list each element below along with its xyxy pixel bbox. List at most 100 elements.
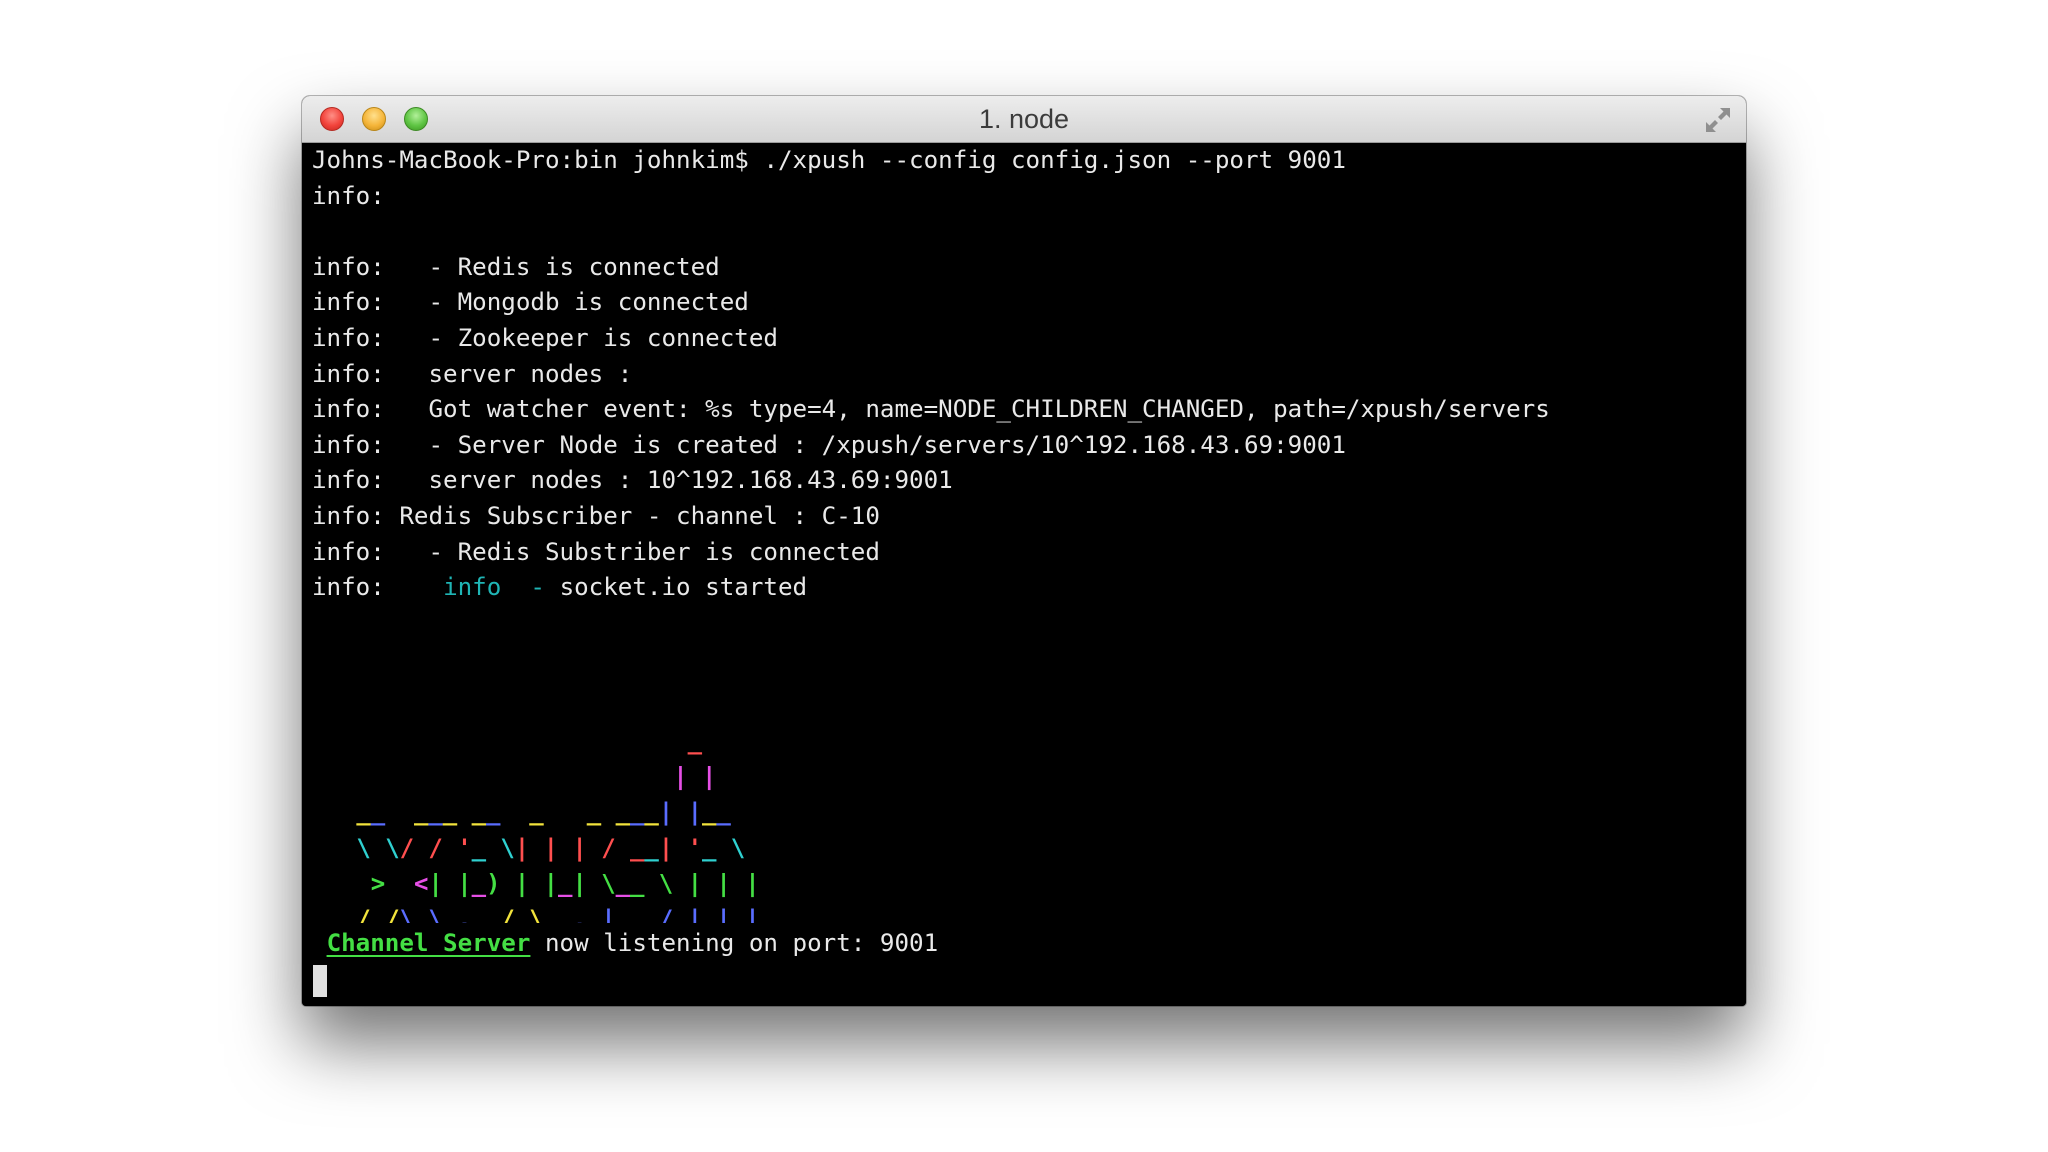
logo-glyph: _ (443, 798, 458, 826)
listening-message: now listening on port: 9001 (530, 929, 939, 958)
xpush-ascii-logo: _| |_ _ _ _ _ _ _ _ _ _ _ _ | | _ _\ \ / / ' _ \ | | | / _ _ | ' _ \> < | |… (356, 727, 759, 923)
log-prefix: info: (312, 573, 444, 602)
shell-command: ./xpush --config config.json --port 9001 (763, 146, 1346, 174)
logo-glyph: | (515, 869, 529, 897)
log-line: info: - Server Node is created : /xpush/… (312, 430, 1346, 459)
logo-glyph: / (356, 905, 370, 923)
logo-glyph: _ (630, 869, 645, 897)
logo-glyph: | (544, 869, 558, 897)
logo-glyph: _ (472, 834, 487, 862)
logo-glyph: | (688, 869, 702, 897)
logo-glyph: \ (731, 834, 745, 862)
logo-glyph: | (428, 869, 442, 897)
logo-glyph: / (385, 905, 399, 923)
logo-glyph: | (457, 869, 471, 897)
channel-server-label: Channel Server (326, 929, 531, 958)
logo-glyph: _ (587, 798, 602, 826)
terminal-output[interactable]: Johns-MacBook-Pro:bin johnkim$ ./xpush -… (302, 143, 1746, 1006)
desktop-background: 1. node Johns-MacBook-Pro:bin johnkim$ .… (0, 0, 2048, 1152)
logo-glyph: / (500, 905, 514, 923)
terminal-cursor (313, 965, 327, 997)
logo-glyph: _ (644, 834, 659, 862)
command-line: Johns-MacBook-Pro:bin johnkim$ ./xpush -… (312, 143, 1550, 179)
logo-glyph: | (659, 834, 673, 862)
logo-glyph: , (572, 905, 586, 923)
logo-glyph: \ (356, 834, 370, 862)
logo-glyph: / (428, 834, 442, 862)
logo-glyph: _ (630, 798, 645, 826)
logo-glyph: _ (716, 798, 731, 826)
socket-dash: - (501, 573, 560, 602)
log-line: info: (312, 181, 385, 210)
log-line: info: Redis Subscriber - channel : C-10 (312, 501, 880, 530)
logo-glyph: _ (371, 798, 386, 826)
fullscreen-arrows-icon[interactable] (1702, 104, 1734, 136)
logo-glyph: | (515, 834, 529, 862)
logo-glyph: _ (529, 798, 544, 826)
logo-glyph: | (572, 834, 586, 862)
logo-glyph: | (716, 905, 730, 923)
logo-glyph: _ (414, 798, 429, 826)
logo-glyph: | (601, 905, 615, 923)
log-line: info: - Redis is connected (312, 252, 720, 281)
shell-prompt: Johns-MacBook-Pro:bin johnkim$ (312, 146, 749, 174)
title-bar[interactable]: 1. node (302, 96, 1746, 143)
logo-glyph: | (702, 763, 716, 791)
logo-glyph: _ (616, 905, 631, 923)
logo-glyph: < (414, 869, 428, 897)
logo-glyph: _ (472, 798, 487, 826)
logo-glyph: _ (630, 905, 645, 923)
logo-glyph: | (673, 763, 687, 791)
logo-glyph: _ (630, 834, 645, 862)
logo-glyph: _ (428, 798, 443, 826)
logo-glyph: _ (673, 905, 688, 923)
logo-glyph: _ (702, 798, 717, 826)
logo-glyph: . (457, 905, 471, 923)
logo-glyph: _ (472, 869, 487, 897)
logo-glyph: \ (659, 869, 673, 897)
log-line: info: Got watcher event: %s type=4, name… (312, 395, 1550, 424)
logo-glyph: | (572, 869, 586, 897)
logo-glyph: _ (558, 869, 573, 897)
logo-glyph: _ (644, 798, 659, 826)
logo-glyph: | (745, 905, 759, 923)
logo-glyph: _ (486, 798, 501, 826)
logo-glyph: _ (616, 798, 631, 826)
logo-glyph: _ (702, 834, 717, 862)
logo-glyph: _ (731, 905, 746, 923)
log-line-socket: info: info - socket.io started (312, 570, 1550, 606)
log-line: info: server nodes : 10^192.168.43.69:90… (312, 466, 953, 495)
logo-glyph: \ (601, 869, 615, 897)
logo-glyph: / (601, 834, 615, 862)
logo-glyph: _ (587, 905, 602, 923)
log-line: info: - Mongodb is connected (312, 288, 749, 317)
logo-glyph: ' (688, 834, 702, 862)
socket-info-tag: info (443, 573, 502, 602)
logo-glyph: | (688, 905, 702, 923)
logo-glyph: _ (558, 905, 573, 923)
log-line: info: - Redis Substriber is connected (312, 537, 880, 566)
logo-glyph: | (745, 869, 759, 897)
window-title: 1. node (978, 104, 1070, 134)
logo-glyph: / (400, 834, 414, 862)
logo-glyph: \ (428, 905, 442, 923)
logo-glyph: \ (385, 834, 399, 862)
logo-glyph: ' (457, 834, 471, 862)
logo-glyph: ) (486, 869, 500, 897)
logo-glyph: _ (414, 905, 429, 923)
logo-glyph: \ (400, 905, 414, 923)
logo-glyph: \ (529, 905, 543, 923)
terminal-window[interactable]: 1. node Johns-MacBook-Pro:bin johnkim$ .… (302, 96, 1746, 1006)
logo-glyph: _ (371, 905, 386, 923)
logo-glyph: _ (644, 905, 659, 923)
socket-message: socket.io started (559, 573, 808, 602)
logo-glyph: > (371, 869, 385, 897)
logo-glyph: | (659, 798, 673, 826)
logo-glyph: _ (486, 905, 501, 923)
logo-glyph: _ (472, 905, 487, 923)
logo-glyph: / (659, 905, 673, 923)
log-line: info: server nodes : (312, 359, 633, 388)
